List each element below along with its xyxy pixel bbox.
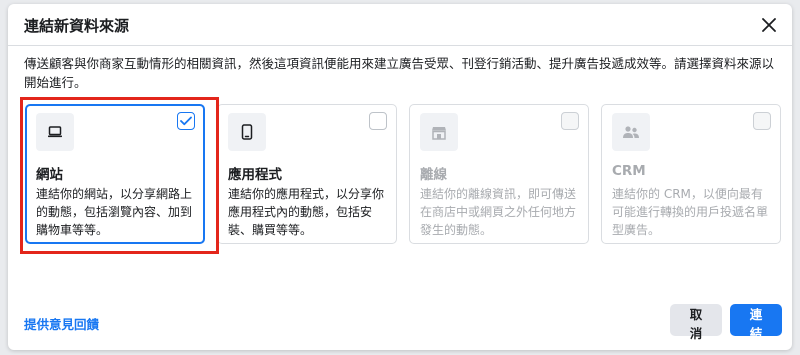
data-source-card-offline: 離線 連結你的離線資訊，即可傳送在商店中或網頁之外任何地方發生的動態。: [409, 104, 589, 244]
card-title: 應用程式: [228, 167, 282, 183]
store-icon: [432, 126, 446, 140]
data-source-card-crm: CRM 連結你的 CRM，以便向最有可能進行轉換的用戶投遞名單型廣告。: [601, 104, 781, 244]
data-source-card-app[interactable]: 應用程式 連結你的應用程式，以分享你應用程式內的動態，包括安裝、購買等等。: [217, 104, 397, 244]
close-icon: [762, 18, 776, 32]
data-source-card-website[interactable]: 網站 連結你的網站，以分享網路上的動態，包括瀏覽內容、加到購物車等等。: [25, 104, 205, 244]
phone-icon: [241, 124, 253, 140]
card-checkbox[interactable]: [369, 112, 387, 130]
card-icon-box: [612, 113, 650, 151]
card-checkbox[interactable]: [177, 112, 195, 130]
laptop-icon: [48, 126, 62, 138]
card-title: CRM: [612, 163, 646, 179]
dialog-description: 傳送顧客與你商家互動情形的相關資訊，然後這項資訊便能用來建立廣告受眾、刊登行銷活…: [24, 56, 775, 90]
card-description: 連結你的應用程式，以分享你應用程式內的動態，包括安裝、購買等等。: [228, 187, 385, 237]
card-description: 連結你的 CRM，以便向最有可能進行轉換的用戶投遞名單型廣告。: [612, 187, 769, 237]
connect-data-source-dialog: 連結新資料來源 傳送顧客與你商家互動情形的相關資訊，然後這項資訊便能用來建立廣告…: [8, 4, 792, 350]
card-icon-box: [420, 113, 458, 151]
card-checkbox: [561, 112, 579, 130]
people-icon: [623, 126, 639, 138]
card-description: 連結你的網站，以分享網路上的動態，包括瀏覽內容、加到購物車等等。: [36, 187, 193, 237]
card-title: 網站: [36, 167, 63, 183]
close-button[interactable]: [758, 14, 780, 36]
give-feedback-link[interactable]: 提供意見回饋: [24, 314, 99, 333]
checkmark-icon: [180, 116, 192, 126]
card-title: 離線: [420, 167, 447, 183]
card-checkbox: [753, 112, 771, 130]
dialog-header: 連結新資料來源: [8, 4, 792, 46]
card-icon-box: [228, 113, 266, 151]
cancel-button[interactable]: 取消: [670, 304, 722, 341]
card-icon-box: [36, 113, 74, 151]
connect-button[interactable]: 連結: [730, 304, 782, 341]
card-description: 連結你的離線資訊，即可傳送在商店中或網頁之外任何地方發生的動態。: [420, 187, 577, 237]
dialog-title: 連結新資料來源: [24, 17, 130, 35]
